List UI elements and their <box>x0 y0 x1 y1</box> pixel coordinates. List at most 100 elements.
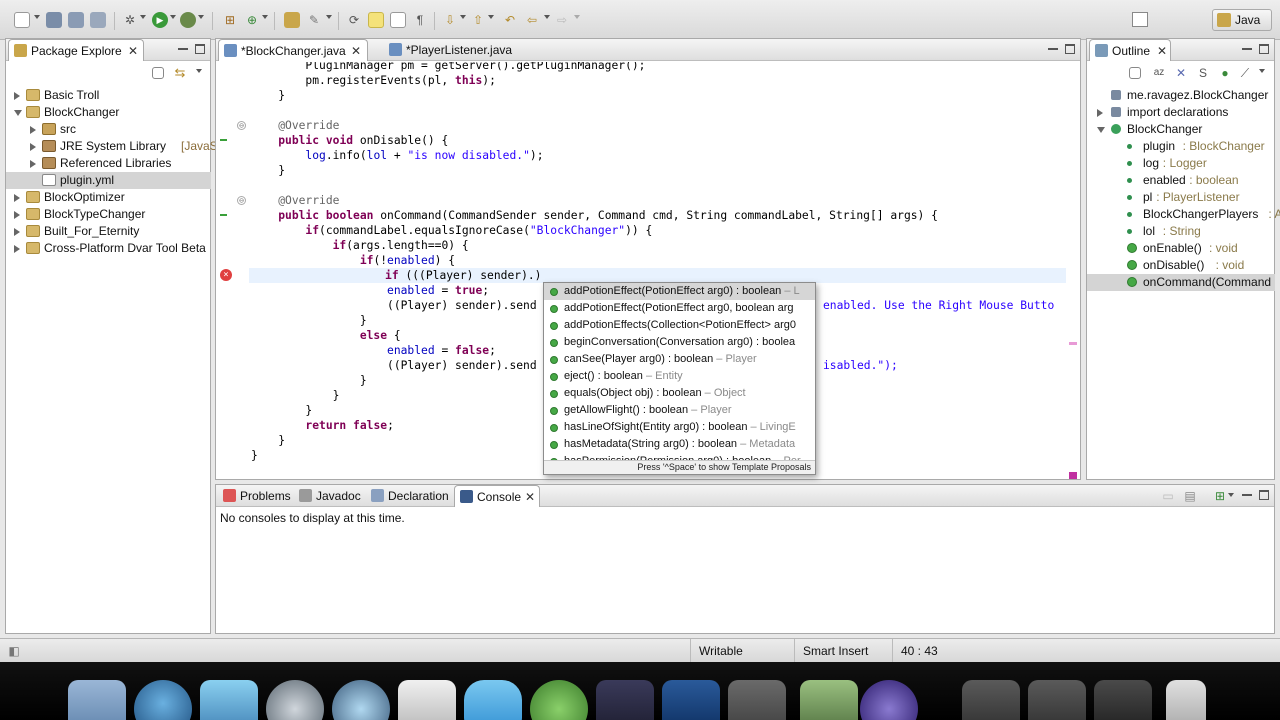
eclipse-icon[interactable] <box>860 680 918 720</box>
code-fragment[interactable]: enabled. Use the Right Mouse Butto <box>823 298 1054 313</box>
toggle-breadcrumb-icon[interactable]: ⟳ <box>346 12 362 28</box>
outline-item[interactable]: onDisable() : void <box>1087 257 1275 274</box>
previous-annotation-icon[interactable]: ⇧ <box>470 12 486 28</box>
stack-icon[interactable] <box>1094 680 1152 720</box>
code-line[interactable]: if(!enabled) { <box>251 253 455 268</box>
code-fragment[interactable]: isabled."); <box>823 358 898 373</box>
java-perspective-button[interactable]: Java <box>1212 9 1272 31</box>
minimize-icon[interactable] <box>1242 44 1252 50</box>
collapsed-arrow-icon[interactable] <box>30 143 36 151</box>
tab-console[interactable]: Console ✕ <box>454 485 540 507</box>
proposal-item[interactable]: addPotionEffects(Collection<PotionEffect… <box>544 317 815 334</box>
proposal-item[interactable]: hasMetadata(String arg0) : boolean – Met… <box>544 436 815 453</box>
textedit-icon[interactable] <box>398 680 456 720</box>
close-icon[interactable]: ✕ <box>1157 40 1167 62</box>
code-line[interactable]: return false; <box>251 418 393 433</box>
code-line[interactable]: PluginManager pm = getServer().getPlugin… <box>251 62 645 73</box>
outline-item[interactable]: me.ravagez.BlockChanger <box>1087 87 1275 104</box>
trash-icon[interactable] <box>1166 680 1206 720</box>
adium-icon[interactable] <box>530 680 588 720</box>
overview-error-marker[interactable] <box>1069 472 1077 479</box>
forward-dropdown-icon[interactable] <box>574 15 580 19</box>
proposal-item[interactable]: addPotionEffect(PotionEffect arg0, boole… <box>544 300 815 317</box>
code-line[interactable]: } <box>251 403 312 418</box>
tab-problems[interactable]: Problems <box>218 485 292 507</box>
code-line[interactable]: enabled = false; <box>251 343 496 358</box>
code-line[interactable]: else { <box>251 328 401 343</box>
proposal-item[interactable]: equals(Object obj) : boolean – Object <box>544 385 815 402</box>
tree-item[interactable]: plugin.yml <box>6 172 211 189</box>
outline-item[interactable]: pl : PlayerListener <box>1087 189 1275 206</box>
collapsed-arrow-icon[interactable] <box>14 211 20 219</box>
tree-item[interactable]: BlockChanger <box>6 104 211 121</box>
open-perspective-icon[interactable] <box>1132 12 1148 27</box>
tree-item[interactable]: src <box>6 121 211 138</box>
new-class-dropdown-icon[interactable] <box>262 15 268 19</box>
expanded-arrow-icon[interactable] <box>1097 127 1105 133</box>
external-tools-dropdown-icon[interactable] <box>198 15 204 19</box>
hide-fields-icon[interactable]: ✕ <box>1173 65 1189 81</box>
pin-console-icon[interactable]: ▭ <box>1160 488 1176 504</box>
code-line[interactable]: if(args.length==0) { <box>251 238 469 253</box>
code-line[interactable]: } <box>251 313 367 328</box>
collapsed-arrow-icon[interactable] <box>30 126 36 134</box>
proposal-item[interactable]: getAllowFlight() : boolean – Player <box>544 402 815 419</box>
tree-item[interactable]: Basic Troll <box>6 87 211 104</box>
minimize-icon[interactable] <box>178 44 188 50</box>
itunes-icon[interactable] <box>134 680 192 720</box>
code-line[interactable]: ((Player) sender).send <box>251 358 537 373</box>
search-icon[interactable]: ✎ <box>306 12 322 28</box>
new-class-icon[interactable]: ⊕ <box>244 12 260 28</box>
error-icon[interactable]: × <box>220 269 232 281</box>
collapsed-arrow-icon[interactable] <box>14 194 20 202</box>
back-icon[interactable]: ⇦ <box>524 12 540 28</box>
outline-item[interactable]: BlockChangerPlayers : A <box>1087 206 1280 223</box>
maximize-icon[interactable] <box>1065 44 1075 54</box>
code-line[interactable]: public void onDisable() { <box>251 133 448 148</box>
minimize-icon[interactable] <box>1242 490 1252 496</box>
tab-blockchanger-java[interactable]: *BlockChanger.java ✕ <box>218 39 368 61</box>
collapse-all-icon[interactable] <box>1129 67 1141 79</box>
collapsed-arrow-icon[interactable] <box>30 160 36 168</box>
hide-local-types-icon[interactable]: ⟋ <box>1237 65 1253 81</box>
debug-dropdown-icon[interactable] <box>140 15 146 19</box>
collapsed-arrow-icon[interactable] <box>14 92 20 100</box>
proposal-item[interactable]: addPotionEffect(PotionEffect arg0) : boo… <box>544 283 815 300</box>
code-line[interactable]: enabled = true; <box>251 283 489 298</box>
search-dropdown-icon[interactable] <box>326 15 332 19</box>
code-line[interactable]: @Override <box>251 193 339 208</box>
code-line[interactable]: } <box>251 433 285 448</box>
override-marker-icon[interactable] <box>220 214 227 216</box>
fast-view-icon[interactable]: ◧ <box>6 643 22 659</box>
code-line[interactable]: log.info(lol + "is now disabled."); <box>251 148 543 163</box>
close-icon[interactable]: ✕ <box>351 40 361 62</box>
new-icon[interactable] <box>14 12 30 28</box>
outline-item[interactable]: enabled : boolean <box>1087 172 1275 189</box>
block-selection-icon[interactable] <box>390 12 406 28</box>
code-line[interactable]: ((Player) sender).send <box>251 298 537 313</box>
proposal-item[interactable]: beginConversation(Conversation arg0) : b… <box>544 334 815 351</box>
collapse-all-icon[interactable] <box>152 67 164 79</box>
preview-icon[interactable] <box>800 680 858 720</box>
folder-icon[interactable] <box>728 680 786 720</box>
finder-icon[interactable] <box>68 680 126 720</box>
collapsed-arrow-icon[interactable] <box>14 245 20 253</box>
code-line[interactable]: public boolean onCommand(CommandSender s… <box>251 208 938 223</box>
minimize-icon[interactable] <box>1048 44 1058 50</box>
open-type-icon[interactable] <box>284 12 300 28</box>
mail-icon[interactable] <box>200 680 258 720</box>
proposal-item[interactable]: eject() : boolean – Entity <box>544 368 815 385</box>
collapsed-arrow-icon[interactable] <box>14 228 20 236</box>
debug-icon[interactable]: ✲ <box>122 12 138 28</box>
collapsed-arrow-icon[interactable] <box>1097 109 1103 117</box>
outline-item[interactable]: BlockChanger <box>1087 121 1275 138</box>
overview-ruler[interactable] <box>1068 62 1078 479</box>
next-annotation-icon[interactable]: ⇩ <box>442 12 458 28</box>
mark-occurrences-icon[interactable] <box>368 12 384 28</box>
save-all-icon[interactable] <box>68 12 84 28</box>
fold-toggle-icon[interactable]: ⊖ <box>237 121 246 130</box>
documents-icon[interactable] <box>962 680 1020 720</box>
safari-icon[interactable] <box>266 680 324 720</box>
new-java-project-icon[interactable]: ⊞ <box>222 12 238 28</box>
tab-playerlistener-java[interactable]: *PlayerListener.java <box>384 39 534 61</box>
